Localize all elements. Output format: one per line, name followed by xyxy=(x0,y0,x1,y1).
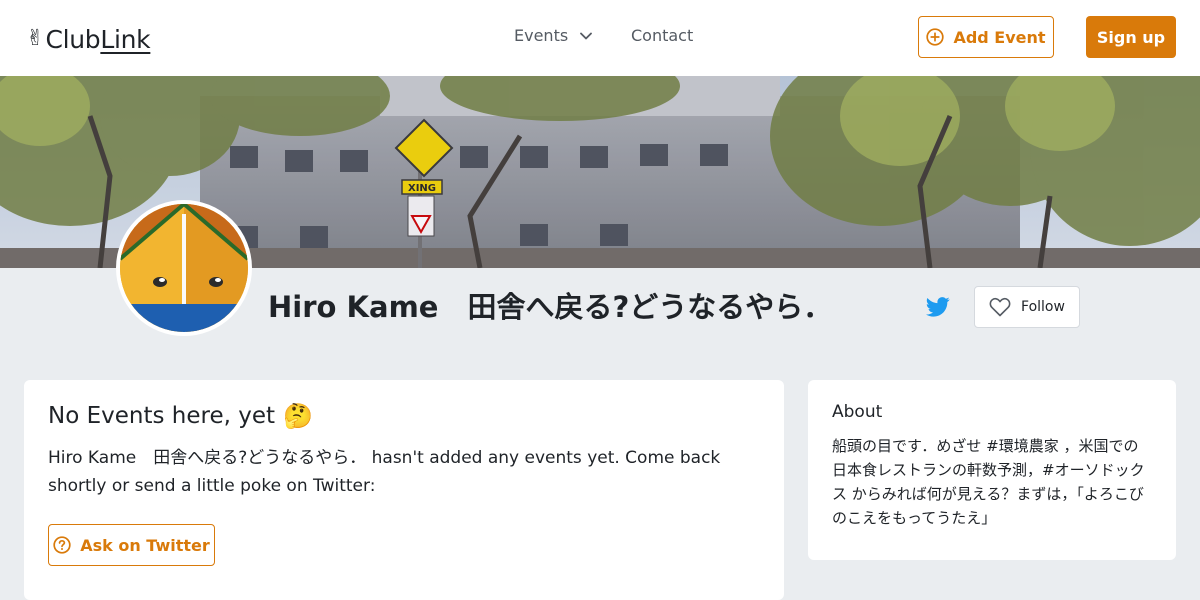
plus-circle-icon xyxy=(926,28,945,46)
add-event-button[interactable]: Add Event xyxy=(918,16,1054,58)
nav-events-label: Events xyxy=(514,26,569,45)
events-card: No Events here, yet 🤔 Hiro Kame 田舎へ戻る?どう… xyxy=(24,380,784,600)
events-card-title: No Events here, yet xyxy=(48,403,276,429)
logo-text-link: Link xyxy=(100,24,151,54)
victory-hand-icon: ✌ xyxy=(26,26,45,51)
avatar-image xyxy=(120,204,248,332)
about-card-text: 船頭の目です．めざせ #環境農家 ，米国での日本食レストランの軒数予測，#オーソ… xyxy=(832,437,1145,527)
logo-text-club: Club xyxy=(45,24,101,54)
top-navbar: ✌ Club Link Events Contact Add Event Sign… xyxy=(0,0,1200,76)
profile-avatar xyxy=(116,200,252,336)
clublink-logo[interactable]: ✌ Club Link xyxy=(26,22,151,56)
question-circle-icon xyxy=(53,536,71,554)
no-events-message: Hiro Kame 田舎へ戻る?どうなるやら． hasn't added any… xyxy=(48,448,721,496)
about-card-title: About xyxy=(832,402,883,422)
follow-button[interactable]: Follow xyxy=(974,286,1080,328)
events-card-heading: No Events here, yet 🤔 xyxy=(48,402,760,430)
twitter-icon[interactable] xyxy=(926,296,950,318)
add-event-label: Add Event xyxy=(953,27,1046,47)
about-card: About 船頭の目です．めざせ #環境農家 ，米国での日本食レストランの軒数予… xyxy=(808,380,1176,560)
thinking-face-icon: 🤔 xyxy=(283,402,313,430)
nav-contact-link[interactable]: Contact xyxy=(631,26,693,45)
ask-on-twitter-button[interactable]: Ask on Twitter xyxy=(48,524,215,566)
profile-name: Hiro Kame 田舎へ戻る?どうなるやら． xyxy=(268,290,833,324)
ask-on-twitter-label: Ask on Twitter xyxy=(80,535,210,555)
follow-label: Follow xyxy=(1021,299,1065,315)
sign-up-button[interactable]: Sign up xyxy=(1086,16,1176,58)
nav-events-dropdown[interactable]: Events xyxy=(514,26,593,45)
chevron-down-icon xyxy=(580,32,593,39)
heart-icon xyxy=(989,297,1011,317)
